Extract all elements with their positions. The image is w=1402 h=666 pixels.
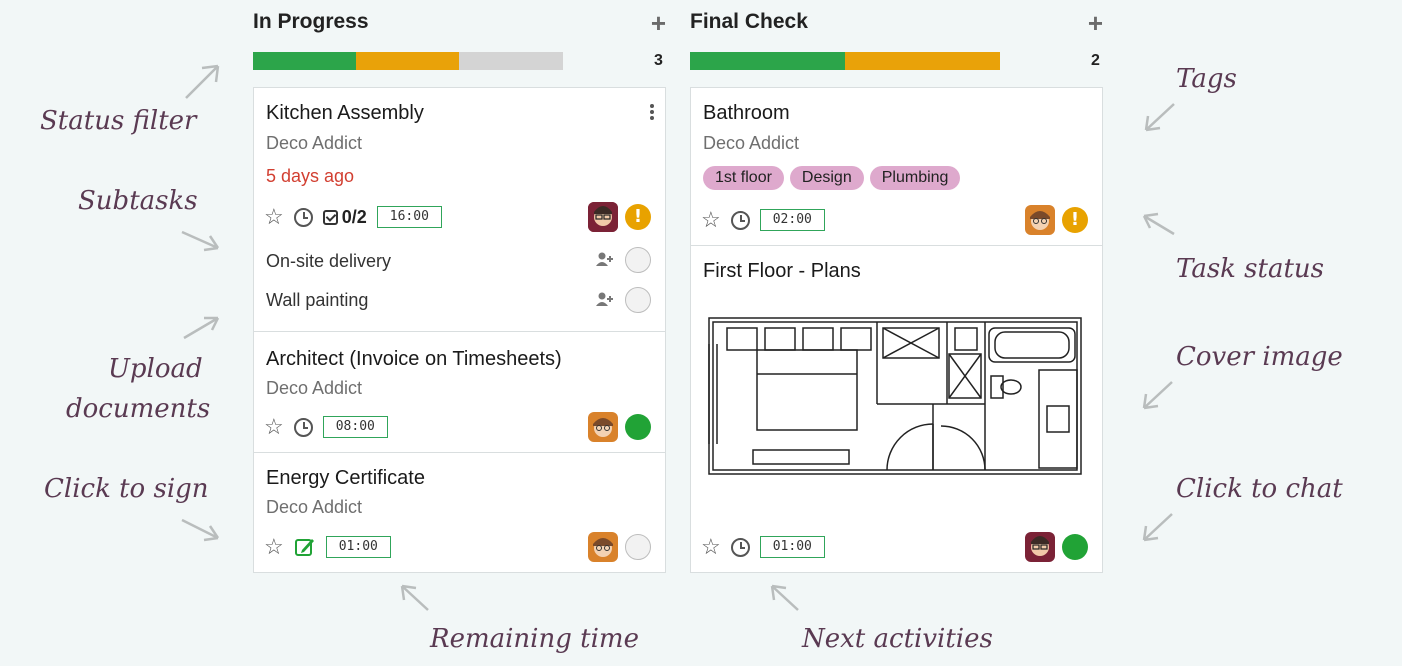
task-customer: Deco Addict <box>703 133 800 153</box>
annotation-click-to-chat: Click to chat <box>1176 474 1343 504</box>
remaining-time-badge: 01:00 <box>325 536 391 558</box>
progress-segment-done[interactable] <box>690 52 845 70</box>
task-title: Architect (Invoice on Timesheets) <box>266 348 562 370</box>
arrow-icon <box>1138 208 1178 238</box>
clock-icon[interactable] <box>293 207 313 227</box>
arrow-icon <box>1138 510 1178 545</box>
star-icon[interactable]: ☆ <box>701 209 721 231</box>
assign-user-icon[interactable] <box>596 292 614 309</box>
star-icon[interactable]: ☆ <box>264 416 284 438</box>
annotation-upload-documents: Upload <box>108 354 203 384</box>
task-status-done[interactable] <box>1062 534 1088 560</box>
task-card-bathroom[interactable]: Bathroom Deco Addict 1st floor Design Plum… <box>690 87 1103 246</box>
remaining-time-badge: 01:00 <box>759 536 825 558</box>
star-icon[interactable]: ☆ <box>264 536 284 558</box>
tag[interactable]: 1st floor <box>703 166 784 190</box>
arrow-icon <box>180 312 225 342</box>
task-title: Kitchen Assembly <box>266 102 424 124</box>
column-title: Final Check <box>690 10 808 33</box>
task-deadline: 5 days ago <box>266 166 355 186</box>
tag[interactable]: Design <box>789 166 864 190</box>
remaining-time-badge: 16:00 <box>376 206 442 228</box>
task-status-done[interactable] <box>625 414 651 440</box>
annotation-upload-documents-2: documents <box>66 394 211 424</box>
task-status-warning[interactable]: ! <box>625 204 651 230</box>
kebab-menu-icon[interactable] <box>650 104 654 122</box>
task-title: Bathroom <box>703 102 790 124</box>
avatar[interactable] <box>1025 205 1055 235</box>
avatar[interactable] <box>1025 532 1055 562</box>
progress-segment-normal[interactable] <box>459 52 563 70</box>
subtask-status[interactable] <box>625 287 651 313</box>
tag[interactable]: Plumbing <box>869 166 961 190</box>
task-status-normal[interactable] <box>625 534 651 560</box>
card-footer: ☆ 01:00 <box>264 532 391 562</box>
card-footer: ☆ 01:00 <box>701 532 825 562</box>
clock-icon[interactable] <box>730 210 750 230</box>
progress-segment-warning[interactable] <box>356 52 460 70</box>
subtask-item[interactable]: Wall painting <box>266 290 368 311</box>
task-status-warning[interactable]: ! <box>1062 207 1088 233</box>
progress-segment-done[interactable] <box>253 52 357 70</box>
column-count: 2 <box>1091 52 1100 69</box>
clock-icon[interactable] <box>730 537 750 557</box>
arrow-icon <box>396 580 436 615</box>
remaining-time-badge: 02:00 <box>759 209 825 231</box>
assign-user-icon[interactable] <box>596 252 614 269</box>
subtasks-toggle[interactable]: 0/2 <box>322 206 367 228</box>
star-icon[interactable]: ☆ <box>264 206 284 228</box>
task-customer: Deco Addict <box>266 497 363 517</box>
annotation-cover-image: Cover image <box>1176 342 1343 372</box>
sign-document-icon[interactable] <box>294 536 316 558</box>
card-footer: ☆ 08:00 <box>264 412 388 442</box>
task-card-architect[interactable]: Architect (Invoice on Timesheets) Deco A… <box>253 331 666 453</box>
avatar[interactable] <box>588 532 618 562</box>
annotation-remaining-time: Remaining time <box>430 624 639 654</box>
add-task-button[interactable]: + <box>1088 8 1103 39</box>
column-title: In Progress <box>253 10 369 33</box>
avatar[interactable] <box>588 202 618 232</box>
task-title: First Floor - Plans <box>703 260 861 282</box>
task-title: Energy Certificate <box>266 467 425 489</box>
add-task-button[interactable]: + <box>651 8 666 39</box>
annotation-task-status: Task status <box>1176 254 1325 284</box>
arrow-icon <box>1140 100 1180 135</box>
card-footer: ☆ 02:00 <box>701 205 825 235</box>
task-customer: Deco Addict <box>266 133 363 153</box>
annotation-click-to-sign: Click to sign <box>44 474 209 504</box>
subtask-item[interactable]: On-site delivery <box>266 251 391 272</box>
column-count: 3 <box>654 52 663 69</box>
arrow-icon <box>766 580 806 615</box>
status-filter-progressbar[interactable] <box>690 52 1000 70</box>
arrow-icon <box>180 514 225 544</box>
annotation-tags: Tags <box>1176 64 1237 94</box>
annotation-subtasks: Subtasks <box>78 186 198 216</box>
column-header-final-check: Final Check + <box>690 8 1103 40</box>
star-icon[interactable]: ☆ <box>701 536 721 558</box>
annotation-next-activities: Next activities <box>802 624 993 654</box>
progress-segment-warning[interactable] <box>845 52 1000 70</box>
remaining-time-badge: 08:00 <box>322 416 388 438</box>
arrow-icon <box>1138 378 1178 413</box>
checkbox-icon <box>322 209 338 225</box>
task-card-energy-certificate[interactable]: Energy Certificate Deco Addict ☆ 01:00 <box>253 452 666 573</box>
subtask-status[interactable] <box>625 247 651 273</box>
avatar[interactable] <box>588 412 618 442</box>
status-filter-progressbar[interactable] <box>253 52 563 70</box>
task-card-kitchen-assembly[interactable]: Kitchen Assembly Deco Addict 5 days ago … <box>253 87 666 332</box>
column-header-in-progress: In Progress + <box>253 8 666 40</box>
task-card-first-floor-plans[interactable]: First Floor - Plans ☆ 01:00 <box>690 245 1103 573</box>
tag-list: 1st floor Design Plumbing <box>703 166 966 190</box>
arrow-icon <box>180 58 225 103</box>
arrow-icon <box>180 226 225 256</box>
subtask-count: 0/2 <box>341 206 367 227</box>
cover-image[interactable] <box>707 314 1085 484</box>
clock-icon[interactable] <box>293 417 313 437</box>
annotation-status-filter: Status filter <box>40 106 197 136</box>
card-footer: ☆ 0/2 16:00 <box>264 202 442 232</box>
task-customer: Deco Addict <box>266 378 363 398</box>
